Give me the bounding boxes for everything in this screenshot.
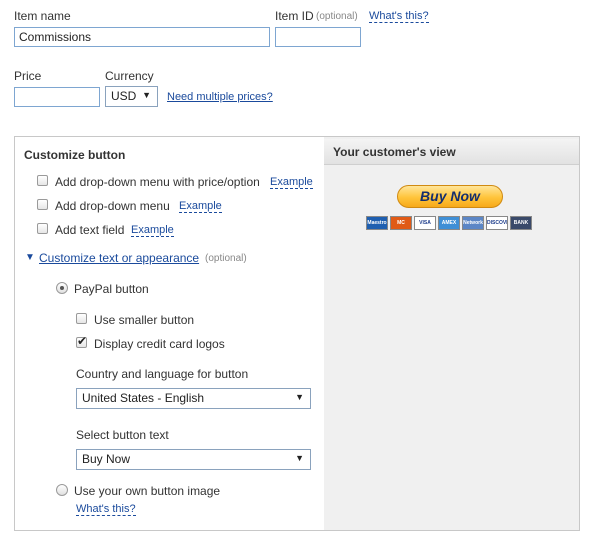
mastercard-icon: MC [390,216,412,230]
dropdown-menu-checkbox[interactable] [37,199,48,210]
credit-logos-checkbox[interactable]: ✔ [76,334,88,348]
triangle-down-icon[interactable]: ▼ [25,252,35,263]
country-language-label: Country and language for button [76,367,249,381]
paypal-button-radio[interactable] [56,282,68,294]
discover-network-icon: Network [462,216,484,230]
item-id-help-link[interactable]: What's this? [369,10,429,23]
dropdown-arrow-icon: ▼ [295,392,304,402]
customer-view-panel: Your customer's view Buy Now Maestro MC VI… [324,137,579,530]
radio-selected-dot [60,286,64,290]
dropdown-arrow-icon: ▼ [295,453,304,463]
dropdown-price-label: Add drop-down menu with price/option [55,175,260,189]
currency-select[interactable]: USD ▼ [105,86,158,107]
discover-icon: DISCOVER [486,216,508,230]
price-input[interactable] [14,87,100,107]
customize-panel: Customize button Add drop-down menu with… [14,136,580,531]
currency-label: Currency [105,69,154,83]
own-image-label: Use your own button image [74,484,221,498]
dropdown-arrow-icon: ▼ [142,90,151,100]
item-name-input[interactable] [14,27,270,47]
checkmark-icon: ✔ [77,334,88,348]
credit-card-logos: MaestroMCVISAAMEXNetworkDISCOVERBANK [366,216,532,230]
own-image-radio[interactable] [56,484,68,496]
item-id-label: Item ID [275,9,314,23]
customer-view-title: Your customer's view [324,139,579,165]
paypal-button-label: PayPal button [74,282,149,296]
credit-logos-label: Display credit card logos [94,337,225,351]
own-image-help-link[interactable]: What's this? [76,503,136,516]
customize-options: Customize button Add drop-down menu with… [15,137,325,530]
text-field-example-link[interactable]: Example [131,224,174,237]
dropdown-menu-example-link[interactable]: Example [179,200,222,213]
item-id-optional: (optional) [316,11,358,22]
country-language-value: United States - English [82,391,205,405]
button-text-select[interactable]: Buy Now ▼ [76,449,311,470]
country-language-select[interactable]: United States - English ▼ [76,388,311,409]
text-field-label: Add text field [55,223,125,237]
visa-icon: VISA [414,216,436,230]
smaller-button-checkbox[interactable] [76,313,87,324]
button-text-label: Select button text [76,428,169,442]
amex-icon: AMEX [438,216,460,230]
item-name-label: Item name [14,9,71,23]
smaller-button-label: Use smaller button [94,313,195,327]
customize-appearance-toggle[interactable]: Customize text or appearance [39,251,199,265]
price-label: Price [14,69,42,83]
item-id-input[interactable] [275,27,361,47]
customize-appearance-optional: (optional) [205,253,247,264]
dropdown-menu-label: Add drop-down menu [55,199,170,213]
button-text-value: Buy Now [82,452,131,466]
customize-title: Customize button [24,148,126,162]
text-field-checkbox[interactable] [37,223,48,234]
dropdown-price-checkbox[interactable] [37,175,48,186]
currency-value: USD [111,89,137,103]
multiple-prices-link[interactable]: Need multiple prices? [167,91,273,103]
dropdown-price-example-link[interactable]: Example [270,176,313,189]
bank-icon: BANK [510,216,532,230]
buy-now-button[interactable]: Buy Now [397,185,503,208]
maestro-icon: Maestro [366,216,388,230]
